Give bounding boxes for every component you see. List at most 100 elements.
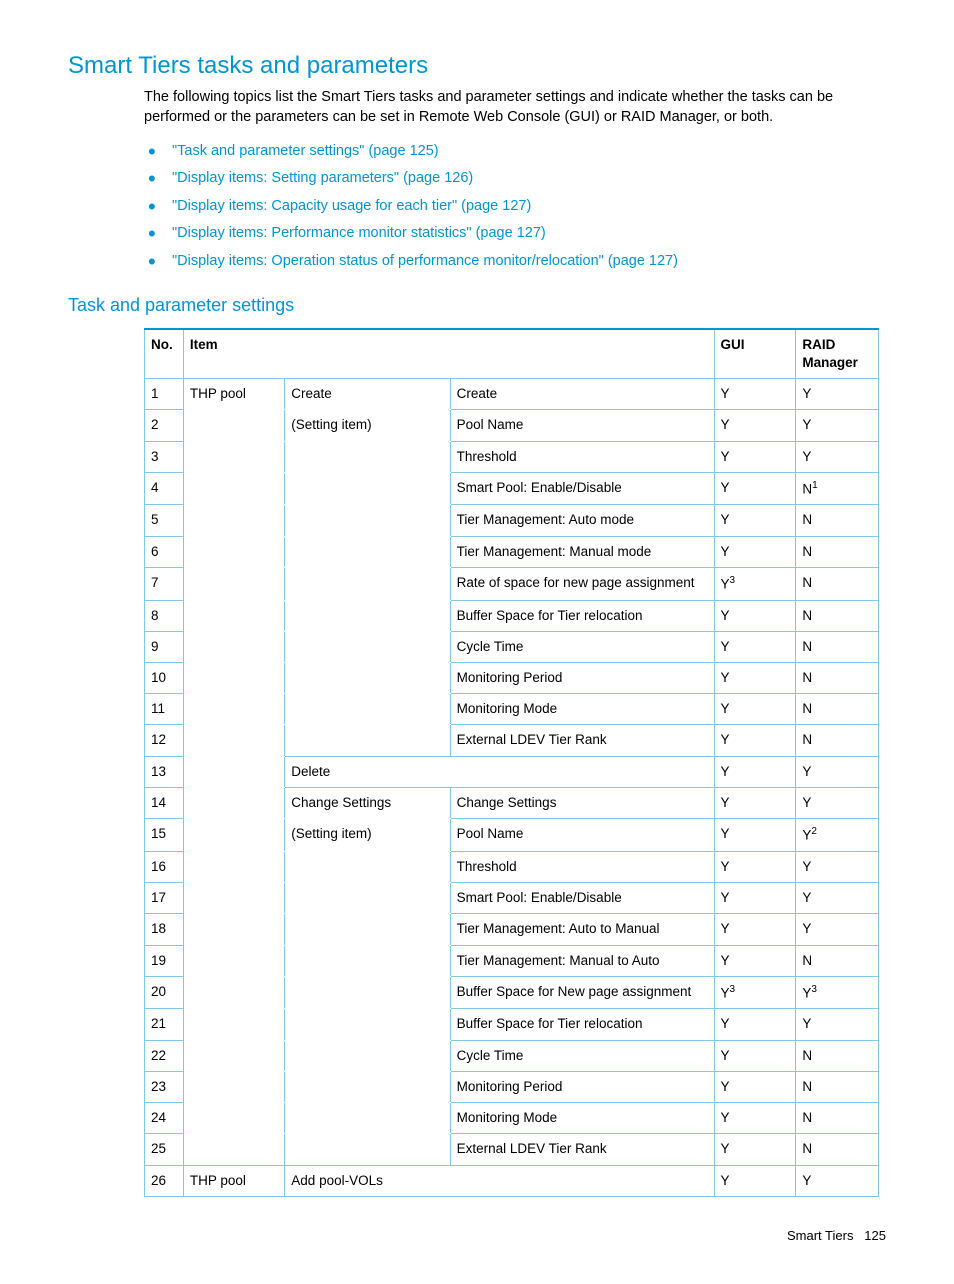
cell-item2	[285, 883, 450, 914]
cell-item3: Create	[450, 379, 714, 410]
cell-item1	[183, 410, 284, 441]
cell-item1	[183, 1071, 284, 1102]
cell-item2	[285, 914, 450, 945]
settings-table: No. Item GUI RAID Manager 1 THP pool Cre…	[144, 328, 879, 1197]
cell-item3: Tier Management: Auto to Manual	[450, 914, 714, 945]
col-no: No.	[145, 329, 184, 379]
cell-no: 13	[145, 756, 184, 787]
cell-no: 3	[145, 441, 184, 472]
cell-item3: External LDEV Tier Rank	[450, 725, 714, 756]
xref-link[interactable]: "Task and parameter settings" (page 125)	[172, 143, 439, 159]
cell-raid: N	[796, 725, 879, 756]
cell-raid: N	[796, 1040, 879, 1071]
footnote-sup: 3	[811, 984, 817, 995]
table-row: 5 Tier Management: Auto mode Y N	[145, 505, 879, 536]
table-row: 15 (Setting item) Pool Name Y Y2	[145, 819, 879, 852]
cell-gui: Y	[714, 505, 796, 536]
cell-raid: N	[796, 505, 879, 536]
table-row: 20 Buffer Space for New page assignment …	[145, 976, 879, 1009]
cell-item3: Tier Management: Auto mode	[450, 505, 714, 536]
cell-item1	[183, 567, 284, 600]
cell-item2	[285, 663, 450, 694]
cell-no: 22	[145, 1040, 184, 1071]
cell-item1	[183, 600, 284, 631]
footnote-sup: 3	[730, 575, 736, 586]
cell-item2: Change Settings	[285, 787, 450, 818]
cell-no: 15	[145, 819, 184, 852]
cell-item3: Buffer Space for New page assignment	[450, 976, 714, 1009]
cell-item1	[183, 1103, 284, 1134]
xref-link[interactable]: "Display items: Capacity usage for each …	[172, 198, 531, 214]
cell-item2	[285, 1134, 450, 1165]
cell-item2	[285, 1103, 450, 1134]
cell-item3: Pool Name	[450, 819, 714, 852]
cell-raid: N1	[796, 472, 879, 505]
cell-raid: N	[796, 536, 879, 567]
intro-text: The following topics list the Smart Tier…	[144, 88, 886, 127]
cell-item2	[285, 976, 450, 1009]
cell-gui: Y	[714, 945, 796, 976]
table-row: 24 Monitoring Mode Y N	[145, 1103, 879, 1134]
cell-item1	[183, 663, 284, 694]
cell-raid: Y	[796, 1009, 879, 1040]
cell-item2	[285, 1071, 450, 1102]
cell-item3: Threshold	[450, 441, 714, 472]
cell-no: 26	[145, 1165, 184, 1196]
table-row: 17 Smart Pool: Enable/Disable Y Y	[145, 883, 879, 914]
table-row: 13 Delete Y Y	[145, 756, 879, 787]
cell-item2: Add pool-VOLs	[285, 1165, 714, 1196]
table-header-row: No. Item GUI RAID Manager	[145, 329, 879, 379]
cell-item3: Monitoring Period	[450, 1071, 714, 1102]
cell-gui: Y	[714, 472, 796, 505]
cell-item3: Buffer Space for Tier relocation	[450, 600, 714, 631]
cell-item1	[183, 1134, 284, 1165]
cell-no: 6	[145, 536, 184, 567]
cell-no: 17	[145, 883, 184, 914]
table-row: 19 Tier Management: Manual to Auto Y N	[145, 945, 879, 976]
cell-item1: THP pool	[183, 1165, 284, 1196]
cell-item2	[285, 505, 450, 536]
cell-raid: Y	[796, 1165, 879, 1196]
list-item: "Display items: Setting parameters" (pag…	[144, 165, 886, 193]
cell-raid: Y	[796, 787, 879, 818]
cell-no: 12	[145, 725, 184, 756]
cell-gui: Y	[714, 1009, 796, 1040]
cell-no: 14	[145, 787, 184, 818]
cell-item3: Monitoring Mode	[450, 1103, 714, 1134]
cell-raid: Y	[796, 883, 879, 914]
cell-gui: Y	[714, 631, 796, 662]
cell-item3: Smart Pool: Enable/Disable	[450, 883, 714, 914]
col-raid: RAID Manager	[796, 329, 879, 379]
cell-raid: Y	[796, 914, 879, 945]
link-list: "Task and parameter settings" (page 125)…	[144, 138, 886, 276]
cell-gui: Y	[714, 536, 796, 567]
cell-item3: Buffer Space for Tier relocation	[450, 1009, 714, 1040]
cell-no: 24	[145, 1103, 184, 1134]
table-row: 23 Monitoring Period Y N	[145, 1071, 879, 1102]
footer-page: 125	[864, 1228, 886, 1243]
cell-item1	[183, 914, 284, 945]
cell-item1	[183, 819, 284, 852]
page-title: Smart Tiers tasks and parameters	[68, 50, 886, 82]
cell-no: 19	[145, 945, 184, 976]
table-row: 22 Cycle Time Y N	[145, 1040, 879, 1071]
cell-gui: Y	[714, 694, 796, 725]
table-row: 8 Buffer Space for Tier relocation Y N	[145, 600, 879, 631]
table-row: 10 Monitoring Period Y N	[145, 663, 879, 694]
cell-item2	[285, 1040, 450, 1071]
cell-gui: Y	[714, 441, 796, 472]
cell-item2	[285, 536, 450, 567]
footnote-sup: 2	[811, 826, 817, 837]
cell-item3: Cycle Time	[450, 1040, 714, 1071]
xref-link[interactable]: "Display items: Performance monitor stat…	[172, 225, 546, 241]
cell-raid: Y2	[796, 819, 879, 852]
table-row: 18 Tier Management: Auto to Manual Y Y	[145, 914, 879, 945]
cell-no: 23	[145, 1071, 184, 1102]
xref-link[interactable]: "Display items: Operation status of perf…	[172, 253, 678, 269]
cell-no: 16	[145, 851, 184, 882]
cell-gui: Y	[714, 819, 796, 852]
cell-item1	[183, 756, 284, 787]
cell-no: 20	[145, 976, 184, 1009]
cell-item2: (Setting item)	[285, 819, 450, 852]
xref-link[interactable]: "Display items: Setting parameters" (pag…	[172, 170, 473, 186]
